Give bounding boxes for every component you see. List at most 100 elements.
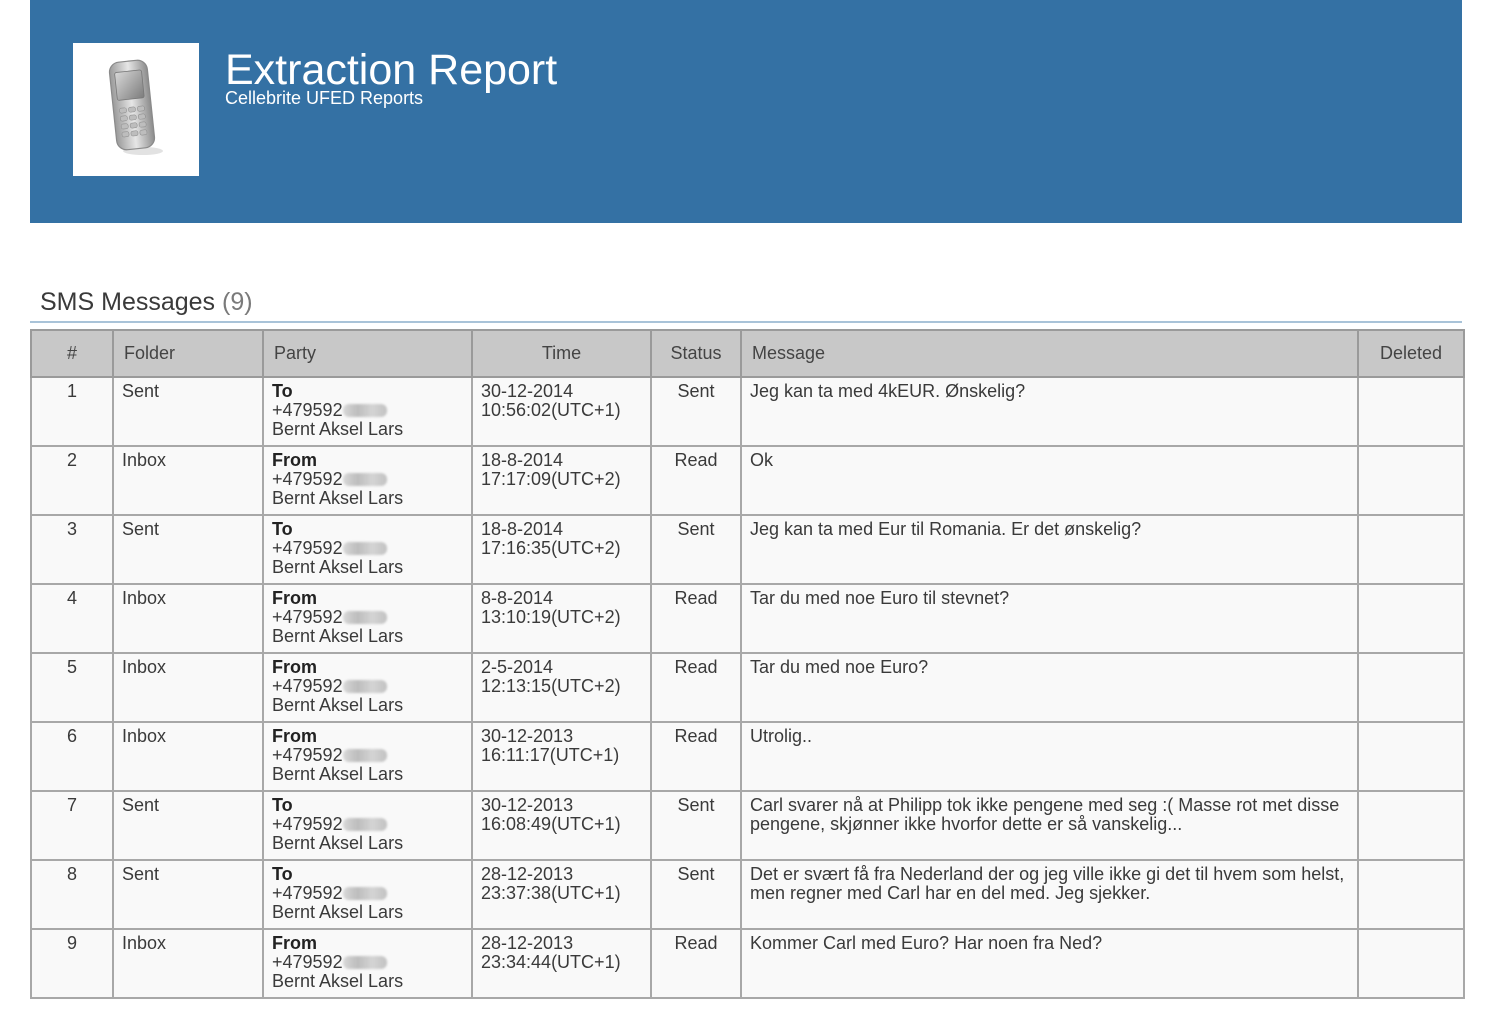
column-header-message[interactable]: Message — [740, 329, 1359, 378]
party-name: Bernt Aksel Lars — [272, 833, 404, 853]
party-number: +479592 — [272, 538, 343, 558]
folder-cell: Inbox — [112, 721, 264, 792]
message-clock: 16:08:49(UTC+1) — [481, 814, 621, 834]
status-cell: Sent — [650, 514, 742, 585]
party-number: +479592 — [272, 469, 343, 489]
folder-cell: Sent — [112, 514, 264, 585]
party-number: +479592 — [272, 814, 343, 834]
message-cell: Utrolig.. — [740, 721, 1359, 792]
party-cell: From +479592 Bernt Aksel Lars — [262, 928, 473, 999]
table-row[interactable]: 6 Inbox From +479592 Bernt Aksel Lars 30-12-2… — [30, 721, 1465, 792]
row-number: 6 — [30, 721, 114, 792]
folder-cell: Sent — [112, 376, 264, 447]
message-cell: Jeg kan ta med Eur til Romania. Er det ø… — [740, 514, 1359, 585]
status-cell: Read — [650, 928, 742, 999]
time-cell: 18-8-2014 17:17:09(UTC+2) — [471, 445, 652, 516]
row-number: 1 — [30, 376, 114, 447]
column-header-deleted[interactable]: Deleted — [1357, 329, 1465, 378]
message-clock: 17:16:35(UTC+2) — [481, 538, 621, 558]
party-number: +479592 — [272, 676, 343, 696]
message-clock: 23:34:44(UTC+1) — [481, 952, 621, 972]
sms-table-body: 1 Sent To +479592 Bernt Aksel Lars 30-12-2014… — [30, 376, 1465, 999]
redacted-digits — [342, 680, 387, 693]
time-cell: 30-12-2013 16:08:49(UTC+1) — [471, 790, 652, 861]
time-cell: 28-12-2013 23:34:44(UTC+1) — [471, 928, 652, 999]
status-cell: Sent — [650, 859, 742, 930]
message-date: 28-12-2013 — [481, 933, 574, 953]
message-cell: Jeg kan ta med 4kEUR. Ønskelig? — [740, 376, 1359, 447]
column-header-party[interactable]: Party — [262, 329, 473, 378]
row-number: 2 — [30, 445, 114, 516]
deleted-cell — [1357, 928, 1465, 999]
folder-cell: Inbox — [112, 445, 264, 516]
folder-cell: Sent — [112, 790, 264, 861]
party-name: Bernt Aksel Lars — [272, 902, 404, 922]
party-name: Bernt Aksel Lars — [272, 419, 404, 439]
party-number: +479592 — [272, 607, 343, 627]
party-direction: From — [272, 450, 317, 470]
message-clock: 23:37:38(UTC+1) — [481, 883, 621, 903]
table-row[interactable]: 7 Sent To +479592 Bernt Aksel Lars 30-12-2013… — [30, 790, 1465, 861]
party-name: Bernt Aksel Lars — [272, 695, 404, 715]
party-name: Bernt Aksel Lars — [272, 488, 404, 508]
message-date: 8-8-2014 — [481, 588, 554, 608]
row-number: 4 — [30, 583, 114, 654]
redacted-digits — [342, 404, 387, 417]
message-clock: 10:56:02(UTC+1) — [481, 400, 621, 420]
section-title-label: SMS Messages — [40, 288, 216, 316]
row-number: 8 — [30, 859, 114, 930]
table-row[interactable]: 4 Inbox From +479592 Bernt Aksel Lars 8-8-201… — [30, 583, 1465, 654]
status-cell: Read — [650, 721, 742, 792]
section-title: SMS Messages (9) — [40, 287, 253, 317]
party-cell: To +479592 Bernt Aksel Lars — [262, 859, 473, 930]
report-subtitle: Cellebrite UFED Reports — [225, 88, 424, 108]
party-number-line: +479592 — [272, 608, 463, 627]
column-header-status[interactable]: Status — [650, 329, 742, 378]
deleted-cell — [1357, 790, 1465, 861]
message-date: 30-12-2013 — [481, 795, 574, 815]
table-row[interactable]: 9 Inbox From +479592 Bernt Aksel Lars 28-12-2… — [30, 928, 1465, 999]
redacted-digits — [342, 611, 387, 624]
time-cell: 8-8-2014 13:10:19(UTC+2) — [471, 583, 652, 654]
time-cell: 28-12-2013 23:37:38(UTC+1) — [471, 859, 652, 930]
table-row[interactable]: 2 Inbox From +479592 Bernt Aksel Lars 18-8-20… — [30, 445, 1465, 516]
party-number: +479592 — [272, 745, 343, 765]
party-direction: From — [272, 588, 317, 608]
table-row[interactable]: 8 Sent To +479592 Bernt Aksel Lars 28-12-2013… — [30, 859, 1465, 930]
section-divider — [30, 321, 1462, 323]
deleted-cell — [1357, 583, 1465, 654]
sms-table: # Folder Party Time Status Message Delet… — [30, 329, 1465, 999]
party-cell: From +479592 Bernt Aksel Lars — [262, 721, 473, 792]
redacted-digits — [342, 956, 387, 969]
party-name: Bernt Aksel Lars — [272, 764, 404, 784]
status-cell: Read — [650, 652, 742, 723]
table-row[interactable]: 3 Sent To +479592 Bernt Aksel Lars 18-8-2014 1… — [30, 514, 1465, 585]
folder-cell: Inbox — [112, 928, 264, 999]
message-date: 18-8-2014 — [481, 519, 564, 539]
party-number-line: +479592 — [272, 953, 463, 972]
party-number-line: +479592 — [272, 746, 463, 765]
table-row[interactable]: 5 Inbox From +479592 Bernt Aksel Lars 2-5-201… — [30, 652, 1465, 723]
column-header-num[interactable]: # — [30, 329, 114, 378]
time-cell: 18-8-2014 17:16:35(UTC+2) — [471, 514, 652, 585]
redacted-digits — [342, 473, 387, 486]
message-date: 30-12-2013 — [481, 726, 574, 746]
folder-cell: Inbox — [112, 652, 264, 723]
message-cell: Carl svarer nå at Philipp tok ikke penge… — [740, 790, 1359, 861]
party-number-line: +479592 — [272, 677, 463, 696]
time-cell: 2-5-2014 12:13:15(UTC+2) — [471, 652, 652, 723]
party-direction: From — [272, 726, 317, 746]
deleted-cell — [1357, 514, 1465, 585]
table-row[interactable]: 1 Sent To +479592 Bernt Aksel Lars 30-12-2014… — [30, 376, 1465, 447]
column-header-folder[interactable]: Folder — [112, 329, 264, 378]
party-number: +479592 — [272, 952, 343, 972]
party-number: +479592 — [272, 400, 343, 420]
column-header-time[interactable]: Time — [471, 329, 652, 378]
redacted-digits — [342, 749, 387, 762]
status-cell: Sent — [650, 376, 742, 447]
status-cell: Read — [650, 445, 742, 516]
message-cell: Ok — [740, 445, 1359, 516]
party-number-line: +479592 — [272, 815, 463, 834]
deleted-cell — [1357, 445, 1465, 516]
message-date: 2-5-2014 — [481, 657, 554, 677]
